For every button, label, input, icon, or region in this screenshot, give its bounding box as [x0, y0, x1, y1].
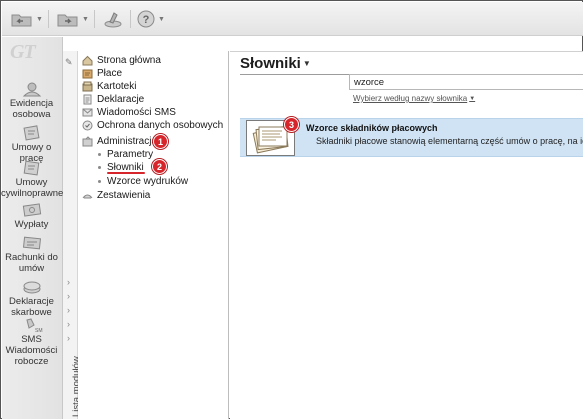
folder-back-icon — [11, 14, 32, 27]
tree-item-label: Deklaracje — [97, 93, 145, 105]
application-window: ▼ ▼ ? ▼ GT Ewidencja osobowa Umowy o pra… — [0, 0, 583, 419]
tools-button[interactable] — [102, 8, 124, 30]
chevron-down-icon: ▼ — [469, 95, 476, 102]
divider — [230, 51, 583, 52]
records-icon — [82, 81, 93, 91]
tree-item-label: Administracja — [97, 135, 158, 147]
page-title-text: Słowniki — [240, 55, 301, 72]
step-marker-3: 3 — [284, 117, 299, 132]
top-toolbar: ▼ ▼ ? ▼ — [2, 2, 583, 36]
module-civil-contract[interactable]: Umowy cywilnoprawne — [1, 160, 64, 199]
module-tax-declarations[interactable]: Deklaracje skarbowe — [1, 279, 62, 318]
declarations-icon — [83, 94, 92, 104]
module-sms-drafts[interactable]: SMS SMS Wiadomości robocze — [1, 317, 62, 367]
tree-item-label: Wzorce wydruków — [107, 175, 189, 187]
module-list-label-wrap: Lista modułów — [63, 351, 82, 419]
module-list-strip[interactable]: › › › › › Lista modułów — [63, 51, 82, 419]
tree-item-reports[interactable]: Zestawienia — [82, 189, 150, 201]
toolbar-divider — [94, 10, 95, 28]
payroll-icon — [82, 69, 93, 78]
chevron-down-icon[interactable]: ▼ — [82, 16, 89, 23]
civil-contract-icon — [23, 160, 39, 176]
result-title[interactable]: Wzorce składników płacowych — [306, 123, 438, 133]
module-label: Wypłaty — [14, 219, 49, 230]
chevron-right-icon[interactable]: › — [67, 333, 70, 343]
tree-item-administration[interactable]: Administracja — [82, 135, 157, 147]
tree-item-sms-messages[interactable]: Wiadomości SMS — [82, 106, 176, 118]
module-label: Umowy cywilnoprawne — [1, 177, 64, 199]
tree-item-payroll[interactable]: Płace — [82, 67, 122, 79]
tools-icon — [104, 12, 122, 28]
toolbar-divider — [130, 10, 131, 28]
folder-back-button[interactable]: ▼ — [10, 8, 43, 30]
module-label: Rachunki do umów — [5, 252, 58, 274]
employee-records-icon — [22, 82, 41, 97]
module-employee-records[interactable]: Ewidencja osobowa — [1, 81, 62, 120]
tree-item-label: Ochrona danych osobowych — [97, 119, 224, 131]
filter-dropdown-link[interactable]: Wybierz według nazwy słownika ▼ — [353, 94, 475, 103]
chevron-right-icon[interactable]: › — [67, 291, 70, 301]
module-payouts[interactable]: Wypłaty — [1, 202, 62, 230]
filter-link-label: Wybierz według nazwy słownika — [353, 94, 468, 103]
result-description: Składniki płacowe stanowią elementarną c… — [316, 136, 583, 146]
module-bank-accounts[interactable]: Rachunki do umów — [1, 235, 62, 274]
bullet-icon — [98, 179, 101, 183]
tree-item-data-protection[interactable]: Ochrona danych osobowych — [82, 119, 223, 131]
chevron-right-icon[interactable]: › — [67, 305, 70, 315]
chevron-down-icon[interactable]: ▼ — [303, 59, 311, 68]
tree-item-declarations[interactable]: Deklaracje — [82, 93, 144, 105]
svg-text:SMS: SMS — [35, 328, 43, 333]
tree-item-label: Słowniki — [107, 161, 144, 173]
chevron-right-icon[interactable]: › — [67, 319, 70, 329]
sms-message-icon — [82, 108, 93, 116]
module-label: Deklaracje skarbowe — [9, 296, 54, 318]
folder-forward-button[interactable]: ▼ — [56, 8, 89, 30]
tree-item-records[interactable]: Kartoteki — [82, 80, 136, 92]
bullet-icon — [98, 152, 101, 156]
help-icon: ? — [137, 10, 155, 28]
sms-icon: SMS — [25, 318, 43, 333]
tree-item-label: Strona główna — [97, 54, 161, 66]
module-label: SMS Wiadomości robocze — [5, 334, 58, 367]
reports-icon — [82, 194, 93, 198]
tree-item-label: Zestawienia — [97, 189, 151, 201]
tree-item-print-templates[interactable]: Wzorce wydruków — [98, 175, 188, 187]
app-logo: GT — [10, 41, 36, 63]
selection-underline — [107, 172, 145, 174]
pin-icon[interactable]: ✎ — [65, 57, 73, 68]
tree-item-label: Płace — [97, 67, 123, 79]
chevron-down-icon[interactable]: ▼ — [36, 16, 43, 23]
tree-item-label: Wiadomości SMS — [97, 106, 176, 118]
main-content — [230, 51, 583, 419]
module-label: Ewidencja osobowa — [9, 98, 54, 120]
chevron-down-icon[interactable]: ▼ — [158, 16, 165, 23]
step-marker-2: 2 — [152, 159, 167, 174]
tree-item-home[interactable]: Strona główna — [82, 54, 161, 66]
tree-item-label: Parametry — [107, 148, 154, 160]
home-icon — [82, 55, 93, 65]
module-employment-contract[interactable]: Umowy o pracę — [1, 125, 62, 164]
step-marker-1: 1 — [153, 134, 168, 149]
data-protection-icon — [82, 120, 93, 130]
toolbar-divider — [48, 10, 49, 28]
bullet-icon — [98, 165, 101, 169]
help-button[interactable]: ? ▼ — [136, 8, 165, 30]
bank-accounts-icon — [22, 236, 41, 250]
payouts-icon — [22, 203, 41, 217]
folder-forward-icon — [57, 14, 78, 27]
chevron-right-icon[interactable]: › — [67, 277, 70, 287]
tree-item-label: Kartoteki — [97, 80, 137, 92]
tree-item-parameters[interactable]: Parametry — [98, 148, 153, 160]
administration-icon — [82, 135, 93, 146]
svg-text:?: ? — [143, 14, 150, 26]
tax-declarations-icon — [23, 281, 40, 294]
employment-contract-icon — [22, 125, 40, 141]
page-title[interactable]: Słowniki ▼ — [240, 55, 311, 72]
search-input[interactable] — [349, 74, 583, 90]
